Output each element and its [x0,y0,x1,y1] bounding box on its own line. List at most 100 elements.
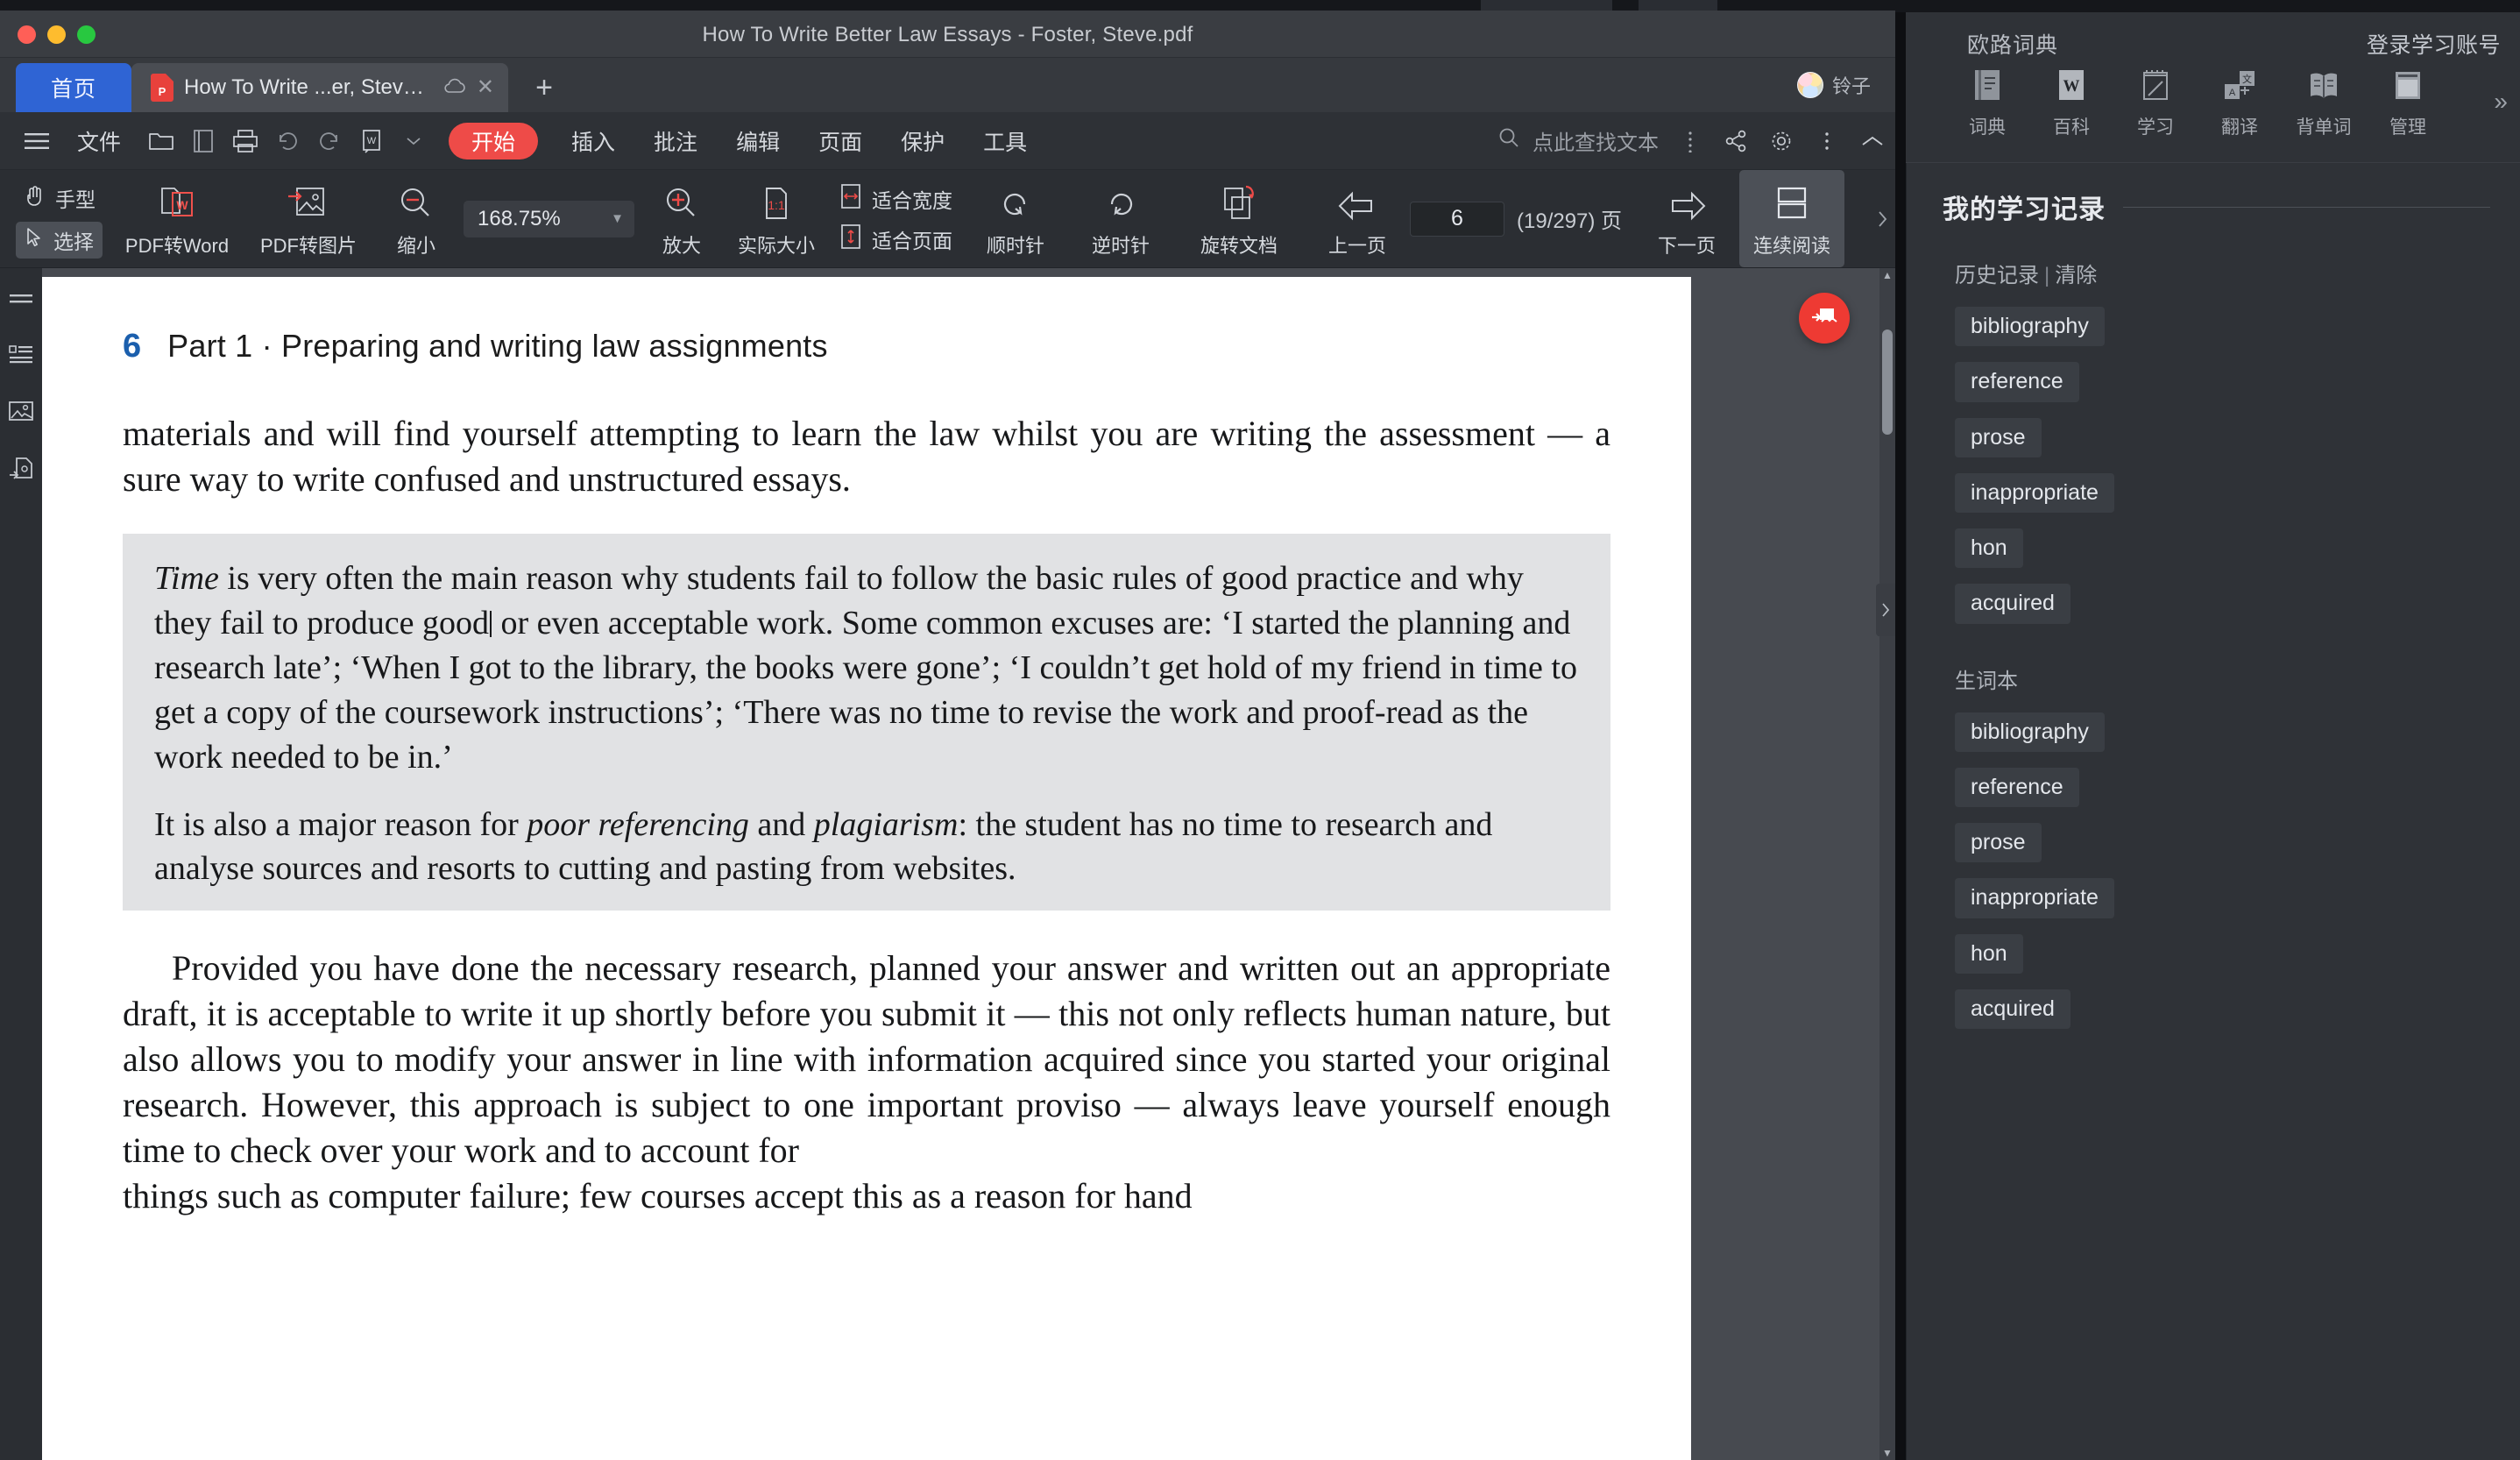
vocab-word[interactable]: acquired [1955,989,2071,1029]
ribbon-tab-comment[interactable]: 批注 [634,112,717,169]
tab-document-label: How To Write ...er, Steve.pdf [184,75,433,99]
search-input[interactable]: 点此查找文本 [1497,125,1667,156]
vocab-word[interactable]: inappropriate [1955,878,2114,918]
panel-collapse-handle[interactable] [1876,584,1895,636]
images-panel-icon[interactable] [8,400,34,422]
fit-page-button[interactable]: 适合页面 [839,223,952,255]
window-title: How To Write Better Law Essays - Foster,… [702,23,1193,46]
list-item[interactable]: reference [1955,760,2520,815]
list-item[interactable]: inappropriate [1955,465,2520,521]
arrow-left-icon [1336,180,1378,223]
history-section-label: 历史记录 | 清除 [1906,258,2520,288]
account-button[interactable]: 铃子 [1796,58,1895,112]
dict-tool-translate[interactable]: A文 翻译 [2205,67,2274,139]
clear-history-button[interactable]: 清除 [2055,264,2097,287]
pdf-to-word-button[interactable]: W PDF转Word [111,170,243,267]
share-icon[interactable] [1713,112,1759,169]
scroll-up-arrow[interactable]: ▲ [1879,268,1895,282]
history-word[interactable]: acquired [1955,584,2071,624]
tab-document[interactable]: P How To Write ...er, Steve.pdf ✕ [131,63,508,112]
close-tab-icon[interactable]: ✕ [477,77,494,98]
history-word[interactable]: hon [1955,528,2023,569]
previous-page-button[interactable]: 上一页 [1305,170,1410,267]
chevron-double-right-icon[interactable]: » [2494,88,2508,116]
ribbon-tab-tools[interactable]: 工具 [964,112,1046,169]
history-label[interactable]: 历史记录 [1955,264,2039,287]
chevron-up-icon[interactable] [1850,112,1895,169]
export-word-icon[interactable]: W [350,112,393,169]
tab-bar: 首页 P How To Write ...er, Steve.pdf ✕ + 铃… [0,58,1895,112]
open-folder-icon[interactable] [140,112,182,169]
dictionary-body: 我的学习记录 历史记录 | 清除 bibliography reference pr… [1906,163,2520,1037]
rotate-counterclockwise-button[interactable]: 逆时针 [1068,170,1173,267]
history-word[interactable]: bibliography [1955,307,2105,347]
pdf-to-word-label: PDF转Word [124,234,230,257]
list-item[interactable]: prose [1955,410,2520,465]
ribbon-tab-insert[interactable]: 插入 [552,112,634,169]
print-icon[interactable] [224,112,266,169]
continuous-reading-button[interactable]: 连续阅读 [1739,170,1845,267]
ribbon-tab-protect[interactable]: 保护 [881,112,964,169]
export-panel-icon[interactable] [8,456,34,480]
dict-tool-study[interactable]: 学习 [2121,67,2190,139]
rotate-clockwise-button[interactable]: 顺时针 [963,170,1068,267]
scroll-down-arrow[interactable]: ▼ [1879,1446,1895,1460]
fit-width-button[interactable]: 适合宽度 [839,183,952,215]
history-word[interactable]: inappropriate [1955,472,2114,513]
scrollbar-thumb[interactable] [1882,330,1893,435]
dict-tool-manage[interactable]: 管理 [2374,67,2442,139]
ribbon-tab-edit[interactable]: 编辑 [717,112,799,169]
cloud-icon[interactable] [443,78,466,97]
overflow-menu-icon[interactable] [1804,112,1850,169]
list-item[interactable]: prose [1955,815,2520,870]
more-vertical-icon[interactable] [1667,112,1713,169]
history-word[interactable]: reference [1955,362,2079,402]
ocr-convert-fab[interactable] [1799,293,1850,344]
chevron-down-icon[interactable] [393,112,435,169]
menu-file[interactable]: 文件 [58,112,140,169]
thumbnails-icon[interactable] [8,291,34,310]
history-word[interactable]: prose [1955,417,2042,457]
vocab-word[interactable]: reference [1955,767,2079,807]
vertical-scrollbar[interactable]: ▲ ▼ [1879,268,1895,1460]
ribbon-tab-start[interactable]: 开始 [449,122,539,159]
vocab-word[interactable]: prose [1955,823,2042,863]
outline-icon[interactable] [8,344,34,366]
save-icon[interactable] [182,112,224,169]
login-button[interactable]: 登录学习账号 [2367,28,2501,60]
list-item[interactable]: acquired [1955,982,2520,1037]
list-item[interactable]: reference [1955,354,2520,409]
vocab-word[interactable]: bibliography [1955,712,2105,752]
list-item[interactable]: hon [1955,926,2520,982]
new-tab-button[interactable]: + [524,63,564,112]
zoom-in-button[interactable]: 放大 [640,170,724,267]
redo-icon[interactable] [308,112,350,169]
page-number-input[interactable]: 6 [1410,201,1504,237]
list-item[interactable]: inappropriate [1955,870,2520,925]
zoom-level-select[interactable]: 168.75% ▼ [464,200,634,237]
select-tool-button[interactable]: 选择 [16,221,103,259]
list-item[interactable]: hon [1955,521,2520,576]
vocabulary-section-label[interactable]: 生词本 [1906,663,2520,694]
rotate-document-button[interactable]: 旋转文档 [1173,170,1305,267]
dict-tool-memorize[interactable]: 背单词 [2290,67,2358,139]
zoom-out-button[interactable]: 缩小 [374,170,458,267]
gear-icon[interactable] [1759,112,1804,169]
page-viewport[interactable]: 6 Part 1 · Preparing and writing law ass… [42,268,1895,1460]
list-item[interactable]: bibliography [1955,705,2520,760]
actual-size-button[interactable]: 1:1 实际大小 [724,170,829,267]
continuous-scroll-icon [1772,180,1812,223]
undo-icon[interactable] [266,112,308,169]
dict-tool-wiki[interactable]: W 百科 [2037,67,2106,139]
list-item[interactable]: bibliography [1955,299,2520,354]
list-item[interactable]: acquired [1955,576,2520,631]
ribbon-tab-page[interactable]: 页面 [799,112,881,169]
vocab-word[interactable]: hon [1955,933,2023,974]
hand-tool-button[interactable]: 手型 [16,180,103,216]
pdf-to-image-button[interactable]: PDF转图片 [243,170,374,267]
next-page-button[interactable]: 下一页 [1634,170,1739,267]
ribbon-overflow-arrow[interactable] [1872,170,1892,267]
dict-tool-dictionary[interactable]: 词典 [1953,67,2021,139]
tab-home[interactable]: 首页 [16,63,131,112]
hamburger-icon[interactable] [16,112,58,169]
